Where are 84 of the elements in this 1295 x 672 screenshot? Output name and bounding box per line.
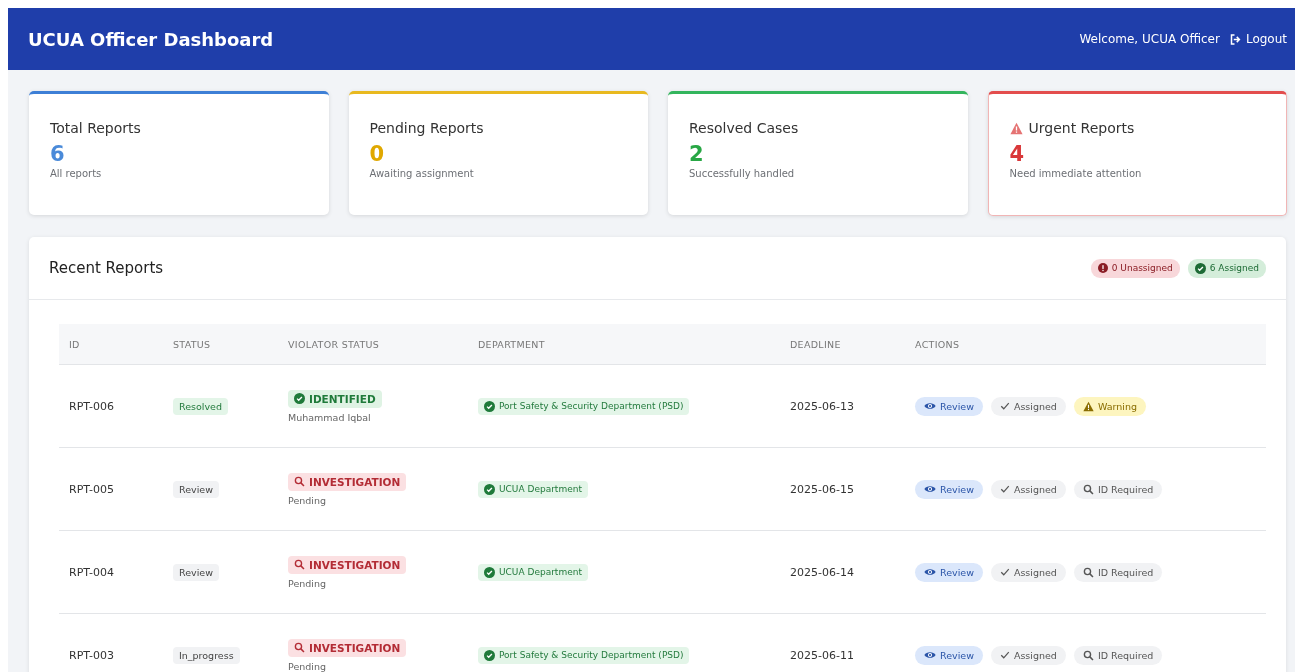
check-circle-icon xyxy=(484,483,495,495)
review-button[interactable]: Review xyxy=(915,562,983,582)
warning-icon xyxy=(1082,400,1094,412)
department-tag: UCUA Department xyxy=(478,563,588,581)
violator-status-tag: IDENTIFIED xyxy=(288,389,382,408)
card-caption: Successfully handled xyxy=(689,168,796,179)
search-icon xyxy=(1082,483,1094,495)
violator-status-tag: INVESTIGATION xyxy=(288,638,407,657)
violator-note: Pending xyxy=(288,494,327,506)
assigned-button[interactable]: Assigned xyxy=(990,479,1066,499)
column-header: ACTIONS xyxy=(914,324,1266,365)
count-badge: 0 Unassigned xyxy=(1090,258,1180,278)
card-title: Pending Reports xyxy=(369,120,484,136)
assigned-button[interactable]: Assigned xyxy=(990,396,1066,416)
search-icon xyxy=(294,476,305,487)
search-icon xyxy=(1082,566,1094,578)
eye-icon xyxy=(924,484,936,494)
department-tag: UCUA Department xyxy=(478,480,588,498)
violator-status-tag: INVESTIGATION xyxy=(288,472,407,491)
id-required-button[interactable]: ID Required xyxy=(1073,645,1163,665)
search-icon xyxy=(294,642,305,653)
review-button[interactable]: Review xyxy=(915,479,983,499)
panel-title: Recent Reports xyxy=(49,259,164,277)
check-circle-icon xyxy=(484,566,495,578)
violator-note: Muhammad Iqbal xyxy=(288,411,372,423)
violator-note: Pending xyxy=(288,577,327,589)
review-button[interactable]: Review xyxy=(915,396,983,416)
assigned-button[interactable]: Assigned xyxy=(990,562,1066,582)
card-caption: Need immediate attention xyxy=(1009,168,1143,179)
review-button[interactable]: Review xyxy=(915,645,983,665)
card-caption: All reports xyxy=(50,168,103,179)
table-cell: RPT-003 xyxy=(69,648,114,662)
welcome-text: Welcome, UCUA Officer xyxy=(1079,32,1220,46)
search-icon xyxy=(294,559,305,570)
search-icon xyxy=(1082,649,1094,661)
table-cell: 2025-06-15 xyxy=(790,482,854,496)
card-title: Urgent Reports xyxy=(1028,120,1135,136)
table-cell: 2025-06-14 xyxy=(790,565,854,579)
column-header: ID xyxy=(59,324,172,365)
table-cell: RPT-005 xyxy=(69,482,114,496)
check-circle-icon xyxy=(294,393,305,404)
card-value: 6 xyxy=(50,143,66,165)
card-value: 0 xyxy=(369,143,386,165)
dashboard-title: UCUA Officer Dashboard xyxy=(28,28,274,50)
status-tag: In_progress xyxy=(173,646,240,664)
card-value: 4 xyxy=(1009,143,1026,165)
violator-status-tag: INVESTIGATION xyxy=(288,555,407,574)
check-circle-icon xyxy=(484,400,495,412)
eye-icon xyxy=(924,401,936,411)
column-header: STATUS xyxy=(172,324,287,365)
check-icon xyxy=(999,484,1010,494)
exclamation-circle-icon xyxy=(1097,263,1108,273)
logout-icon xyxy=(1229,33,1242,45)
column-header: DEPARTMENT xyxy=(477,324,789,365)
card-value: 2 xyxy=(689,143,705,165)
warning-button[interactable]: Warning xyxy=(1073,396,1146,416)
column-header: DEADLINE xyxy=(789,324,914,365)
department-tag: Port Safety & Security Department (PSD) xyxy=(478,646,690,664)
status-tag: Review xyxy=(173,480,219,498)
check-circle-icon xyxy=(1194,262,1206,274)
check-icon xyxy=(999,650,1010,660)
logout-button[interactable]: Logout xyxy=(1229,32,1287,46)
status-tag: Review xyxy=(173,563,219,581)
check-icon xyxy=(999,401,1010,411)
check-icon xyxy=(999,567,1010,577)
warning-icon xyxy=(1009,121,1023,135)
column-header: VIOLATOR STATUS xyxy=(287,324,477,365)
assigned-button[interactable]: Assigned xyxy=(990,645,1066,665)
table-cell: 2025-06-11 xyxy=(790,648,854,662)
violator-note: Pending xyxy=(288,660,327,672)
table-cell: RPT-004 xyxy=(69,565,114,579)
table-cell: RPT-006 xyxy=(69,399,114,413)
card-title: Resolved Cases xyxy=(689,120,799,136)
card-title: Total Reports xyxy=(50,120,141,136)
eye-icon xyxy=(924,567,936,577)
eye-icon xyxy=(924,650,936,660)
card-caption: Awaiting assignment xyxy=(369,168,475,179)
table-cell: 2025-06-13 xyxy=(790,399,854,413)
id-required-button[interactable]: ID Required xyxy=(1073,479,1163,499)
id-required-button[interactable]: ID Required xyxy=(1073,562,1163,582)
check-circle-icon xyxy=(484,649,495,661)
department-tag: Port Safety & Security Department (PSD) xyxy=(478,397,690,415)
status-tag: Resolved xyxy=(173,397,228,415)
count-badge: 6 Assigned xyxy=(1187,258,1266,278)
